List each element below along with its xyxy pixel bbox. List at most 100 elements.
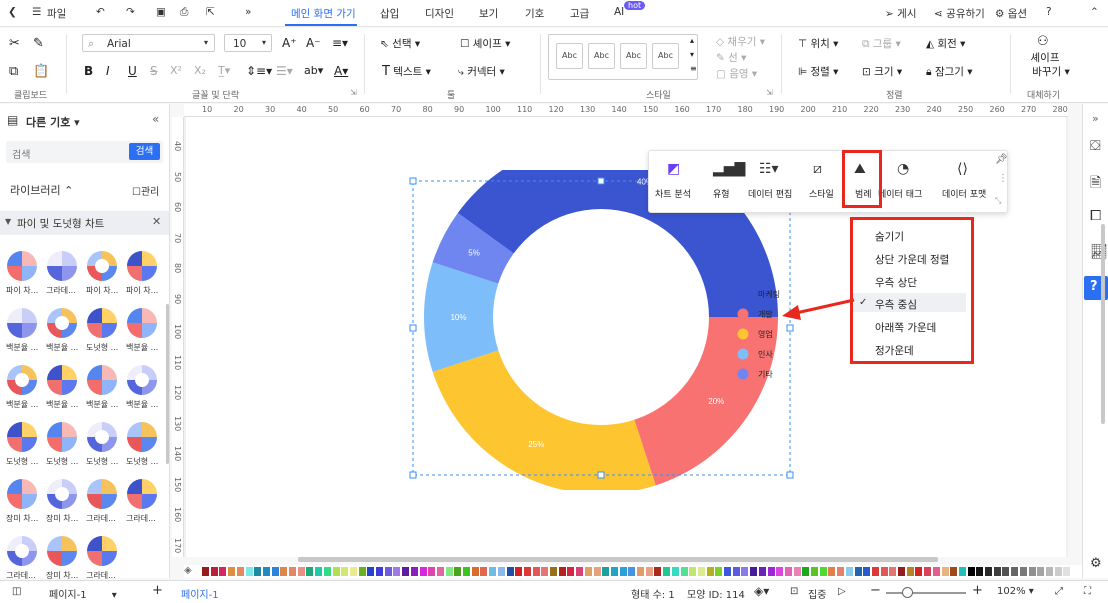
page-layout-icon[interactable]: ◫	[12, 586, 21, 597]
resize-handle[interactable]	[786, 471, 794, 479]
color-swatch[interactable]	[1045, 567, 1053, 576]
shape-thumbnail[interactable]	[87, 365, 117, 395]
color-swatch[interactable]	[550, 567, 557, 576]
color-swatch[interactable]	[985, 567, 992, 576]
color-swatch[interactable]	[958, 567, 966, 576]
post-button[interactable]: ➢ 게시	[885, 6, 916, 21]
text-case-icon[interactable]: T̲▾	[218, 64, 230, 77]
play-icon[interactable]: ▷	[838, 586, 846, 597]
tab-view[interactable]: 보기	[479, 6, 498, 21]
resize-handle[interactable]	[409, 324, 417, 332]
color-swatch[interactable]	[297, 567, 305, 576]
shape-thumbnail[interactable]	[47, 365, 77, 395]
document-icon[interactable]: 🗎︎	[1090, 172, 1101, 196]
panel-title[interactable]: 다른 기호 ▾	[26, 114, 80, 130]
size-button[interactable]: ⊡ 크기 ▾	[862, 64, 902, 79]
style-preset-2[interactable]: Abc	[588, 43, 615, 69]
subscript-icon[interactable]: X₂	[194, 64, 206, 77]
zoom-level[interactable]: 102% ▾	[997, 586, 1034, 597]
color-swatch[interactable]	[419, 567, 427, 576]
chart-icon[interactable]: 📈︎	[1090, 244, 1108, 260]
color-swatch[interactable]	[202, 567, 209, 576]
replace-shape-l1[interactable]: 셰이프	[1028, 50, 1062, 65]
collapse-chevron-icon[interactable]: ⌃	[1090, 6, 1099, 18]
shape-thumbnail[interactable]	[87, 479, 117, 509]
color-swatch[interactable]	[1063, 567, 1071, 576]
color-swatch[interactable]	[558, 567, 566, 576]
color-swatch[interactable]	[497, 567, 505, 576]
shape-thumbnail[interactable]	[87, 422, 117, 452]
line-spacing-icon[interactable]: ⇕≡▾	[246, 64, 272, 78]
color-swatch[interactable]	[428, 567, 436, 576]
donut-slice[interactable]	[432, 350, 656, 490]
library-toggle[interactable]: 라이브러리 ⌃	[10, 182, 73, 198]
shape-thumbnail[interactable]	[47, 422, 77, 452]
color-swatch[interactable]	[341, 567, 349, 576]
color-swatch[interactable]	[837, 567, 845, 576]
share-button[interactable]: ⋖ 공유하기	[934, 6, 985, 21]
increase-font-icon[interactable]: A⁺	[282, 36, 297, 50]
color-swatch[interactable]	[784, 567, 792, 576]
cut-icon[interactable]: ✂	[9, 36, 20, 51]
color-swatch[interactable]	[898, 567, 905, 576]
resize-handle[interactable]	[597, 177, 605, 185]
color-swatch[interactable]	[323, 567, 331, 576]
shape-thumbnail[interactable]	[7, 251, 37, 281]
save-icon[interactable]: ▣	[156, 6, 166, 18]
color-swatch[interactable]	[262, 567, 270, 576]
rotate-button[interactable]: ◭ 회전 ▾	[926, 36, 965, 51]
scroll-up-icon[interactable]: ▴	[690, 36, 694, 45]
text-style-icon[interactable]: ab▾	[304, 64, 323, 77]
donut-slice[interactable]	[634, 317, 778, 486]
more-vertical-icon[interactable]: ⋮	[998, 173, 1008, 184]
settings-gear-icon[interactable]: ⚙	[1090, 556, 1102, 571]
color-swatch[interactable]	[880, 567, 888, 576]
color-swatch[interactable]	[889, 567, 897, 576]
tab-symbol[interactable]: 기호	[525, 6, 544, 21]
color-swatch[interactable]	[811, 567, 818, 576]
replace-shape-button[interactable]: 바꾸기 ▾	[1028, 64, 1074, 79]
fullscreen-icon[interactable]: ⛶	[1084, 586, 1091, 597]
shape-thumbnail[interactable]	[7, 536, 37, 566]
legend-option-center[interactable]: 정가운데	[875, 343, 914, 358]
align-icon[interactable]: ≡▾	[332, 36, 348, 50]
superscript-icon[interactable]: X²	[170, 64, 182, 77]
color-swatch[interactable]	[471, 567, 479, 576]
font-size-select[interactable]: 10 ▾	[224, 34, 272, 52]
focus-button[interactable]: 집중	[808, 586, 826, 601]
color-swatch[interactable]	[532, 567, 540, 576]
paint-bucket-icon[interactable]: ◈	[184, 565, 192, 576]
text-tool[interactable]: T 텍스트 ▾	[382, 64, 431, 79]
bullet-list-icon[interactable]: ☰▾	[276, 64, 293, 78]
shadow-button[interactable]: ▢ 음영 ▾	[716, 66, 757, 81]
page-tab-active[interactable]: 페이지-1	[181, 586, 219, 601]
fit-icon[interactable]: ⊡	[790, 586, 798, 597]
color-swatch[interactable]	[463, 567, 470, 576]
print-icon[interactable]: ⎙	[180, 6, 188, 19]
hamburger-icon[interactable]: ☰	[32, 6, 41, 18]
color-swatch[interactable]	[332, 567, 340, 576]
color-swatch[interactable]	[689, 567, 697, 576]
color-swatch[interactable]	[219, 567, 227, 576]
line-button[interactable]: ✎ 선 ▾	[716, 50, 746, 65]
color-swatch[interactable]	[828, 567, 836, 576]
fill-bucket-icon[interactable]: ⛋	[1090, 138, 1101, 154]
color-swatch[interactable]	[489, 567, 497, 576]
color-swatch[interactable]	[376, 567, 383, 576]
shape-thumbnail[interactable]	[127, 251, 157, 281]
color-swatch[interactable]	[593, 567, 601, 576]
color-swatch[interactable]	[663, 567, 671, 576]
shape-thumbnail[interactable]	[47, 251, 77, 281]
copy-icon[interactable]: ⧉	[9, 64, 18, 79]
style-preset-1[interactable]: Abc	[556, 43, 583, 69]
donut-chart[interactable]: 40%20%25%10%5% 마케팅개발영업인사기타	[400, 170, 830, 490]
resize-handle[interactable]	[597, 471, 605, 479]
tab-ai[interactable]: AI	[614, 6, 624, 18]
shape-thumbnail[interactable]	[7, 365, 37, 395]
font-family-select[interactable]: ⌕ Arial ▾	[82, 34, 215, 52]
color-swatch[interactable]	[289, 567, 296, 576]
color-swatch[interactable]	[410, 567, 418, 576]
color-swatch[interactable]	[349, 567, 357, 576]
pin-icon[interactable]: 📌︎	[995, 154, 1008, 165]
data-tag-icon[interactable]: ◔	[897, 161, 909, 177]
